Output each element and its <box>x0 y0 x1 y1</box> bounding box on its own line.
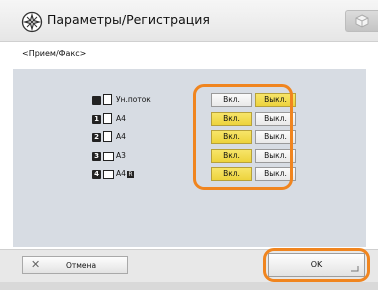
page-title: Параметры/Регистрация <box>47 12 210 27</box>
paper-drawer-icon <box>103 113 112 124</box>
drawer-number-icon: 4 <box>92 170 101 179</box>
toggle-group-highlight <box>193 84 293 190</box>
close-icon: ✕ <box>31 258 41 271</box>
row-label: A4 R <box>116 169 134 178</box>
rotated-badge: R <box>126 171 134 178</box>
setting-row-drawer-3: 3 A3 Вкл. Выкл. <box>13 148 366 164</box>
drawer-number-icon <box>92 96 101 105</box>
home-button[interactable] <box>345 10 378 32</box>
settings-registration-icon <box>21 11 43 33</box>
paper-drawer-icon <box>103 131 112 142</box>
drawer-number-icon: 1 <box>92 115 101 124</box>
drawer-number-icon: 3 <box>92 152 101 161</box>
settings-panel: Ун.поток Вкл. Выкл. 1 A4 Вкл. Выкл. 2 A4… <box>13 69 366 247</box>
ok-button-highlight <box>263 248 370 282</box>
paper-drawer-icon <box>103 152 114 161</box>
cancel-button[interactable]: ✕ Отмена <box>22 256 128 274</box>
setting-row-drawer-4: 4 A4 R Вкл. Выкл. <box>13 166 366 182</box>
bottom-strip <box>0 282 378 290</box>
drawer-number-icon: 2 <box>92 133 101 142</box>
setting-row-drawer-1: 1 A4 Вкл. Выкл. <box>13 111 366 127</box>
title-bar: Параметры/Регистрация <box>0 0 378 42</box>
row-label-text: A4 <box>116 169 126 178</box>
row-label: A3 <box>116 151 126 160</box>
row-label: A4 <box>116 114 126 123</box>
paper-drawer-icon <box>103 94 112 105</box>
setting-row-multipurpose: Ун.поток Вкл. Выкл. <box>13 92 366 108</box>
row-label: A4 <box>116 132 126 141</box>
cancel-label: Отмена <box>66 261 97 270</box>
cube-icon <box>355 14 369 28</box>
row-label: Ун.поток <box>116 95 151 104</box>
breadcrumb: <Прием/Факс> <box>22 49 87 58</box>
paper-drawer-icon <box>103 170 114 179</box>
setting-row-drawer-2: 2 A4 Вкл. Выкл. <box>13 129 366 145</box>
